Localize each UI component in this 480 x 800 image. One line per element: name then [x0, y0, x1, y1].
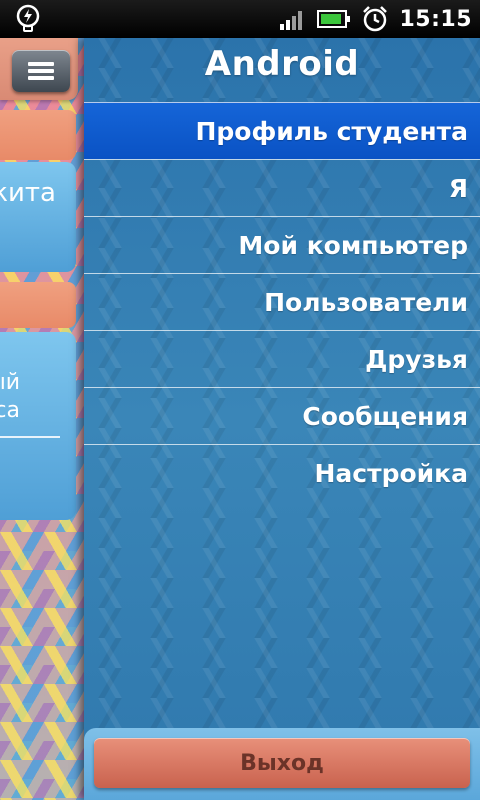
menu-item-settings[interactable]: Настройка	[84, 444, 480, 501]
hamburger-icon	[28, 62, 54, 80]
status-bar: 15:15	[0, 0, 480, 38]
background-card-text: са	[0, 398, 20, 423]
battery-icon	[317, 10, 351, 28]
signal-icon	[280, 11, 303, 30]
drawer-menu: Профиль студента Я Мой компьютер Пользов…	[84, 102, 480, 501]
status-right-group: 15:15	[279, 0, 472, 38]
menu-item-my-computer[interactable]: Мой компьютер	[84, 216, 480, 273]
menu-item-me[interactable]: Я	[84, 159, 480, 216]
menu-item-label: Сообщения	[302, 401, 468, 431]
background-card[interactable]: ый са	[0, 332, 76, 520]
menu-item-friends[interactable]: Друзья	[84, 330, 480, 387]
background-card-text: ый	[0, 370, 20, 395]
menu-item-label: Профиль студента	[195, 116, 468, 146]
menu-item-label: Настройка	[314, 458, 468, 488]
menu-item-label: Друзья	[365, 344, 468, 374]
navigation-drawer: Android Профиль студента Я Мой компьютер…	[84, 38, 480, 800]
background-section-bar	[0, 282, 76, 328]
status-time: 15:15	[399, 6, 472, 32]
exit-button-label: Выход	[240, 750, 324, 776]
app-screen: кита ый са Android Профиль студента Я Мо…	[0, 38, 480, 800]
background-card-text: кита	[0, 178, 56, 208]
menu-item-label: Пользователи	[264, 287, 468, 317]
menu-item-users[interactable]: Пользователи	[84, 273, 480, 330]
menu-item-student-profile[interactable]: Профиль студента	[84, 102, 480, 159]
exit-button[interactable]: Выход	[94, 738, 470, 788]
background-section-bar	[0, 110, 76, 160]
menu-item-label: Мой компьютер	[238, 230, 468, 260]
menu-toggle-button[interactable]	[12, 50, 70, 92]
background-page: кита ый са	[0, 38, 84, 800]
divider	[0, 436, 60, 438]
menu-item-label: Я	[448, 173, 468, 203]
drawer-title: Android	[204, 44, 360, 84]
alarm-icon	[363, 6, 388, 32]
bulb-notification-icon	[16, 4, 40, 32]
menu-item-messages[interactable]: Сообщения	[84, 387, 480, 444]
background-header	[0, 38, 78, 100]
exit-panel: Выход	[84, 728, 480, 800]
background-card[interactable]: кита	[0, 162, 76, 272]
